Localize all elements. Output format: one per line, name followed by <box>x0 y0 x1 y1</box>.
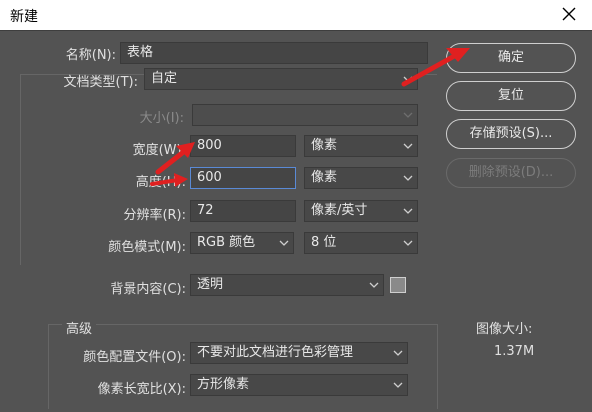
width-label: 宽度(W): <box>132 143 186 158</box>
save-preset-button[interactable]: 存储预设(S)... <box>446 119 576 149</box>
color-profile-select[interactable]: 不要对此文档进行色彩管理 <box>190 342 408 364</box>
pixel-aspect-select[interactable]: 方形像素 <box>190 374 408 396</box>
resolution-unit-select[interactable]: 像素/英寸 <box>304 200 418 222</box>
pixel-aspect-value: 方形像素 <box>197 377 250 392</box>
reset-button[interactable]: 复位 <box>446 81 576 111</box>
size-label: 大小(I): <box>139 111 184 126</box>
resolution-label: 分辨率(R): <box>123 208 186 223</box>
chevron-down-icon <box>393 350 403 356</box>
background-color-swatch[interactable] <box>390 277 406 293</box>
height-unit-value: 像素 <box>311 170 338 185</box>
doc-type-value: 自定 <box>151 71 178 86</box>
color-mode-value: RGB 颜色 <box>197 235 256 250</box>
image-size-label: 图像大小: <box>476 322 533 337</box>
chevron-down-icon <box>403 112 413 118</box>
height-input[interactable]: 600 <box>190 167 296 189</box>
doc-type-label: 文档类型(T): <box>63 75 138 90</box>
width-unit-value: 像素 <box>311 138 338 153</box>
delete-preset-button[interactable]: 删除预设(D)... <box>446 158 576 188</box>
chevron-down-icon <box>403 175 413 181</box>
width-unit-select[interactable]: 像素 <box>304 135 418 157</box>
resolution-unit-value: 像素/英寸 <box>311 203 368 218</box>
size-select[interactable] <box>192 104 418 126</box>
window-title: 新建 <box>10 9 38 25</box>
chevron-down-icon <box>403 208 413 214</box>
color-mode-select[interactable]: RGB 颜色 <box>190 232 294 254</box>
width-input[interactable]: 800 <box>190 135 296 157</box>
color-mode-label: 颜色模式(M): <box>108 240 186 255</box>
color-profile-value: 不要对此文档进行色彩管理 <box>197 345 354 360</box>
chevron-down-icon <box>403 76 413 82</box>
close-icon[interactable] <box>560 5 578 23</box>
resolution-input[interactable]: 72 <box>190 200 296 222</box>
chevron-down-icon <box>403 240 413 246</box>
name-input[interactable]: 表格 <box>120 42 428 64</box>
name-label: 名称(N): <box>65 48 116 63</box>
title-bar: 新建 <box>0 0 592 30</box>
bit-depth-select[interactable]: 8 位 <box>304 232 418 254</box>
chevron-down-icon <box>393 382 403 388</box>
image-size-value: 1.37M <box>494 344 535 359</box>
background-value: 透明 <box>197 277 224 292</box>
bit-depth-value: 8 位 <box>311 235 337 250</box>
chevron-down-icon <box>369 282 379 288</box>
background-select[interactable]: 透明 <box>190 274 384 296</box>
ok-button[interactable]: 确定 <box>446 43 576 73</box>
pixel-aspect-label: 像素长宽比(X): <box>97 382 186 397</box>
chevron-down-icon <box>403 143 413 149</box>
advanced-group-title: 高级 <box>62 318 97 337</box>
background-label: 背景内容(C): <box>110 282 186 297</box>
color-profile-label: 颜色配置文件(O): <box>83 350 186 365</box>
chevron-down-icon <box>279 240 289 246</box>
height-unit-select[interactable]: 像素 <box>304 167 418 189</box>
doc-type-select[interactable]: 自定 <box>144 68 418 90</box>
height-label: 高度(H): <box>135 175 186 190</box>
